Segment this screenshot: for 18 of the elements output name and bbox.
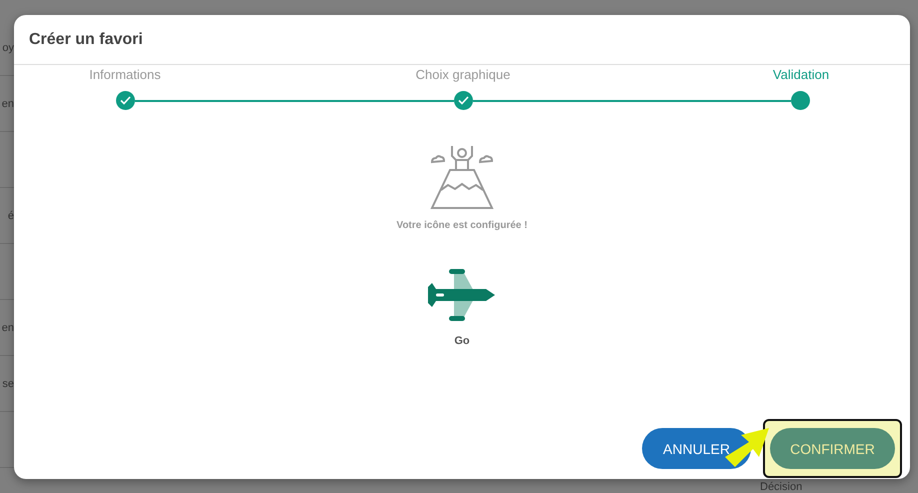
cancel-button[interactable]: ANNULER <box>642 428 751 469</box>
favorite-name: Go <box>454 335 470 347</box>
table-cell: se <box>2 378 14 390</box>
confirm-button[interactable]: CONFIRMER <box>770 428 895 469</box>
dialog-title: Créer un favori <box>29 30 143 48</box>
table-cell: oy <box>2 42 14 54</box>
step-label: Validation <box>772 67 830 82</box>
jet-icon <box>428 267 496 323</box>
step-label: Choix graphique <box>414 67 512 82</box>
check-icon <box>120 96 131 105</box>
table-cell: en <box>2 322 14 334</box>
table-cell: en <box>2 98 14 110</box>
check-icon <box>458 96 468 105</box>
summit-figure-icon <box>430 144 494 210</box>
step-label: Informations <box>88 67 162 82</box>
table-cell-text: Décision <box>760 481 804 493</box>
table-cell: é <box>8 210 14 222</box>
status-message: Votre icône est configurée ! <box>396 220 528 231</box>
